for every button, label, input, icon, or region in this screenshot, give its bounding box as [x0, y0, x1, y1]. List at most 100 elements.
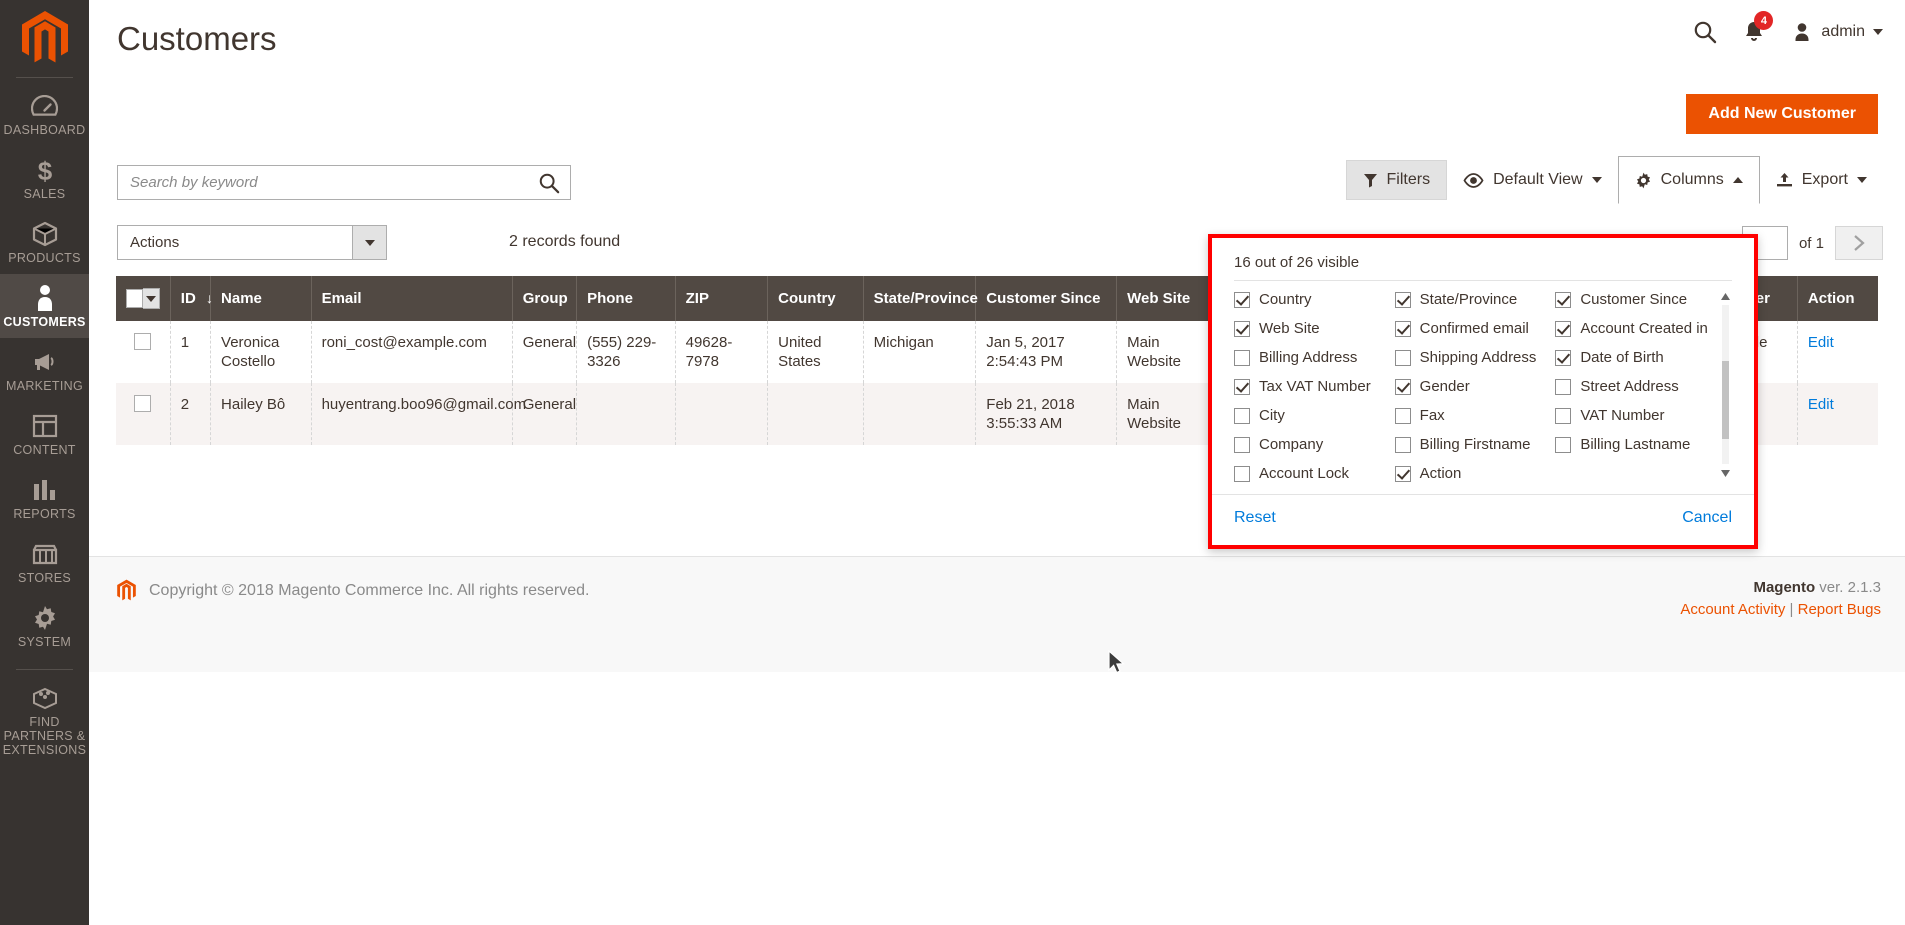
column-option-city[interactable]: City	[1234, 407, 1389, 424]
sidebar-item-dashboard[interactable]: Dashboard	[0, 82, 89, 146]
search-input[interactable]	[118, 174, 528, 191]
column-checkbox[interactable]	[1555, 407, 1572, 424]
column-option-country[interactable]: Country	[1234, 291, 1389, 308]
column-option-label: City	[1259, 407, 1285, 424]
row-checkbox[interactable]	[134, 333, 152, 350]
select-all-checkbox[interactable]	[126, 289, 143, 308]
column-checkbox[interactable]	[1555, 291, 1572, 308]
column-option-label: Date of Birth	[1580, 349, 1664, 366]
sidebar-item-marketing[interactable]: Marketing	[0, 338, 89, 402]
add-new-customer-button[interactable]: Add New Customer	[1686, 94, 1878, 134]
export-button[interactable]: Export	[1760, 160, 1883, 200]
account-activity-link[interactable]: Account Activity	[1680, 601, 1785, 618]
column-checkbox[interactable]	[1234, 291, 1250, 308]
admin-menu[interactable]: admin	[1791, 21, 1883, 43]
column-option-label: Street Address	[1580, 378, 1679, 395]
column-header-action[interactable]: Action	[1797, 276, 1878, 321]
column-option-confirmed-email[interactable]: Confirmed email	[1394, 320, 1550, 337]
column-option-state-province[interactable]: State/Province	[1394, 291, 1550, 308]
column-header-zip[interactable]: ZIP	[675, 276, 769, 321]
row-select-cell[interactable]	[116, 321, 171, 383]
chevron-down-icon[interactable]	[352, 226, 386, 259]
search-icon[interactable]	[528, 166, 570, 199]
report-bugs-link[interactable]: Report Bugs	[1798, 601, 1881, 618]
column-checkbox[interactable]	[1234, 465, 1250, 482]
column-header-country[interactable]: Country	[767, 276, 864, 321]
column-checkbox[interactable]	[1394, 291, 1411, 308]
column-option-street-address[interactable]: Street Address	[1555, 378, 1710, 395]
edit-link[interactable]: Edit	[1808, 396, 1834, 413]
column-checkbox[interactable]	[1394, 378, 1411, 395]
column-option-company[interactable]: Company	[1234, 436, 1389, 453]
column-option-fax[interactable]: Fax	[1394, 407, 1550, 424]
column-checkbox[interactable]	[1394, 349, 1411, 366]
scrollbar-thumb[interactable]	[1722, 361, 1729, 439]
column-option-account-lock[interactable]: Account Lock	[1234, 465, 1389, 482]
column-checkbox[interactable]	[1394, 465, 1411, 482]
column-option-billing-firstname[interactable]: Billing Firstname	[1394, 436, 1550, 453]
column-checkbox[interactable]	[1394, 320, 1411, 337]
column-option-date-of-birth[interactable]: Date of Birth	[1555, 349, 1710, 366]
sidebar-item-stores[interactable]: Stores	[0, 530, 89, 594]
search-keyword-box[interactable]	[117, 165, 571, 200]
scroll-up-icon[interactable]	[1721, 291, 1730, 301]
column-checkbox[interactable]	[1234, 320, 1250, 337]
magento-logo[interactable]	[19, 10, 71, 66]
notifications-button[interactable]: 4	[1743, 11, 1774, 44]
column-option-customer-since[interactable]: Customer Since	[1555, 291, 1710, 308]
sidebar-item-sales[interactable]: $ Sales	[0, 146, 89, 210]
filters-button[interactable]: Filters	[1345, 160, 1448, 200]
row-select-cell[interactable]	[116, 383, 171, 445]
column-header-phone[interactable]: Phone	[576, 276, 676, 321]
default-view-button[interactable]: Default View	[1447, 160, 1618, 200]
sidebar-item-find-partners-extensions[interactable]: Find Partners & Extensions	[0, 674, 89, 766]
eye-icon	[1463, 172, 1484, 188]
column-option-action[interactable]: Action	[1394, 465, 1550, 482]
select-all-header[interactable]	[116, 276, 171, 321]
column-checkbox[interactable]	[1555, 378, 1572, 395]
column-option-account-created-in[interactable]: Account Created in	[1555, 320, 1710, 337]
columns-scrollbar[interactable]	[1721, 291, 1730, 478]
column-header-group[interactable]: Group	[512, 276, 578, 321]
row-checkbox[interactable]	[134, 395, 152, 412]
column-header-state-province[interactable]: State/Province	[863, 276, 978, 321]
column-checkbox[interactable]	[1234, 349, 1250, 366]
scroll-down-icon[interactable]	[1721, 468, 1730, 478]
edit-link[interactable]: Edit	[1808, 334, 1834, 351]
column-header-customer-since[interactable]: Customer Since	[975, 276, 1118, 321]
sidebar-item-products[interactable]: Products	[0, 210, 89, 274]
cancel-button[interactable]: Cancel	[1682, 509, 1732, 527]
column-header-id[interactable]: ID ↓	[170, 276, 213, 321]
chevron-down-icon	[1873, 29, 1883, 35]
column-checkbox[interactable]	[1555, 436, 1572, 453]
column-option-shipping-address[interactable]: Shipping Address	[1394, 349, 1550, 366]
column-option-gender[interactable]: Gender	[1394, 378, 1550, 395]
column-option-billing-address[interactable]: Billing Address	[1234, 349, 1389, 366]
sidebar-item-system[interactable]: System	[0, 594, 89, 658]
next-page-button[interactable]	[1835, 226, 1883, 260]
search-icon[interactable]	[1693, 20, 1717, 44]
column-checkbox[interactable]	[1234, 407, 1250, 424]
actions-select[interactable]: Actions	[117, 225, 387, 260]
column-header-email[interactable]: Email	[311, 276, 513, 321]
column-option-tax-vat-number[interactable]: Tax VAT Number	[1234, 378, 1389, 395]
column-checkbox[interactable]	[1234, 436, 1250, 453]
reset-button[interactable]: Reset	[1234, 509, 1276, 527]
chevron-down-icon[interactable]	[142, 288, 160, 309]
column-header-name[interactable]: Name	[210, 276, 312, 321]
columns-button[interactable]: Columns	[1617, 156, 1760, 204]
column-option-billing-lastname[interactable]: Billing Lastname	[1555, 436, 1710, 453]
column-checkbox[interactable]	[1394, 407, 1411, 424]
sidebar-item-customers[interactable]: Customers	[0, 274, 89, 338]
cell-state-province: Michigan	[863, 321, 977, 383]
sidebar-item-reports[interactable]: Reports	[0, 466, 89, 530]
column-option-vat-number[interactable]: VAT Number	[1555, 407, 1710, 424]
column-checkbox[interactable]	[1394, 436, 1411, 453]
sidebar-item-content[interactable]: Content	[0, 402, 89, 466]
column-header-web-site[interactable]: Web Site	[1116, 276, 1218, 321]
column-checkbox[interactable]	[1555, 349, 1572, 366]
cell-action: Edit	[1797, 383, 1878, 445]
column-option-web-site[interactable]: Web Site	[1234, 320, 1389, 337]
column-checkbox[interactable]	[1555, 320, 1572, 337]
column-checkbox[interactable]	[1234, 378, 1250, 395]
